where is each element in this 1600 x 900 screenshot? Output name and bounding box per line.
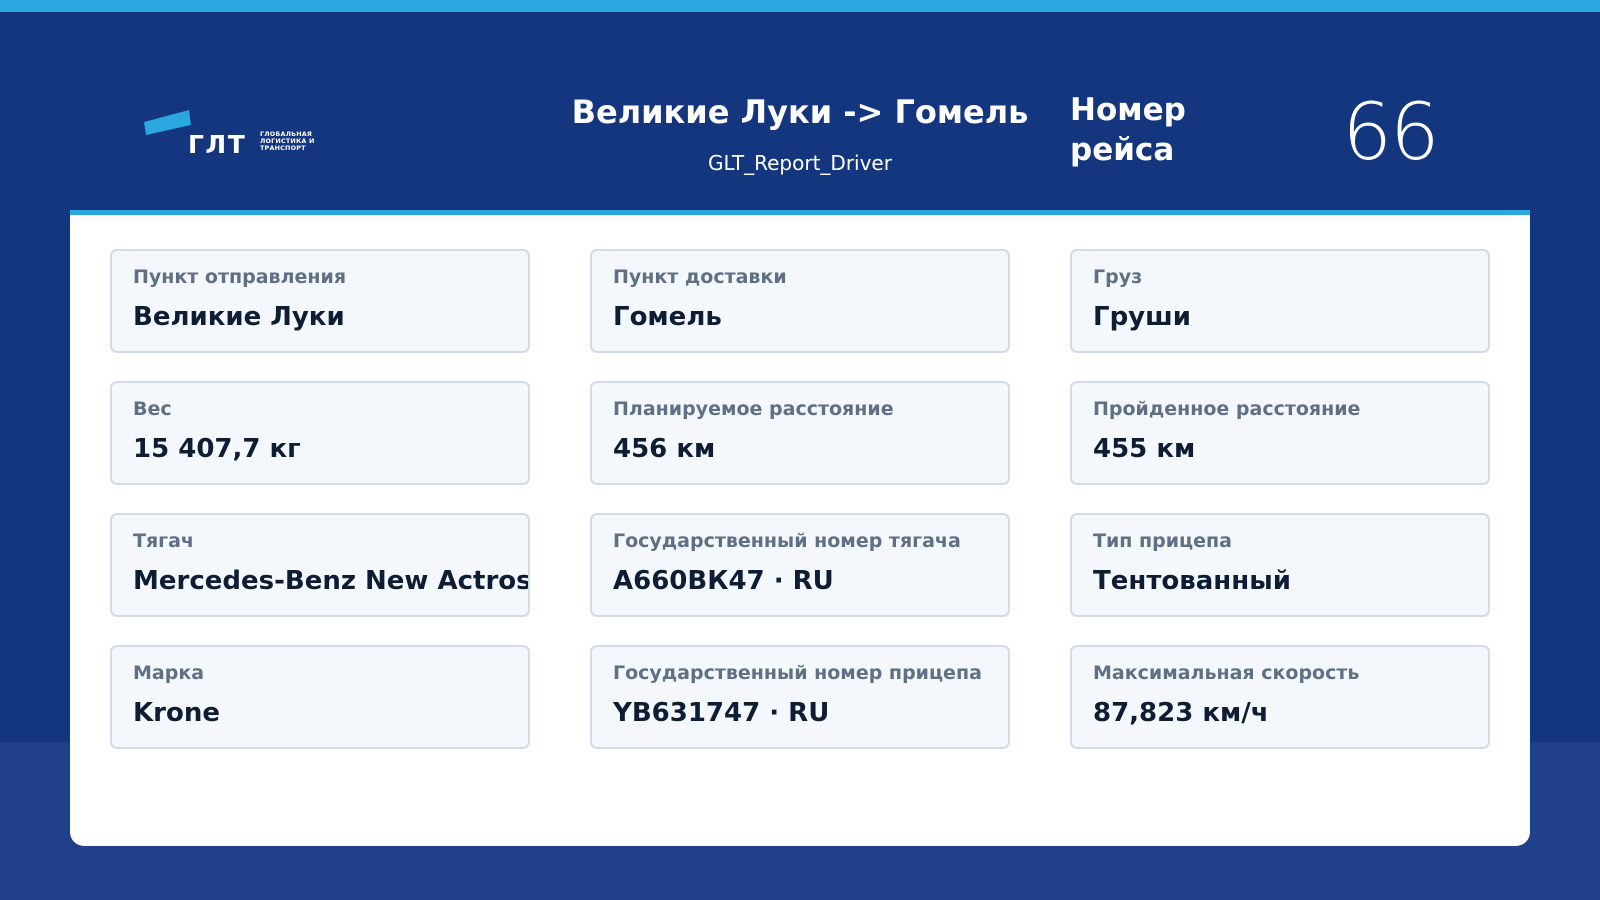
trip-number-value: 66 [1342,88,1439,178]
logo-caption: ГЛОБАЛЬНАЯ ЛОГИСТИКА И ТРАНСПОРТ [260,131,315,152]
card-label: Максимальная скорость [1093,662,1360,684]
card-value: 15 407,7 кг [133,434,301,464]
card-delivery-point: Пункт доставки Гомель [590,249,1010,353]
route-title: Великие Луки -> Гомель [571,93,1029,131]
card-label: Пройденное расстояние [1093,398,1361,420]
logo-caption-line-3: ТРАНСПОРТ [260,144,306,152]
card-value: Krone [133,698,220,728]
card-tractor-plate: Государственный номер тягача А660ВК47 · … [590,513,1010,617]
card-trailer-brand: Марка Krone [110,645,530,749]
card-label: Вес [133,398,172,420]
card-label: Марка [133,662,205,684]
page-header: ГЛТ ГЛОБАЛЬНАЯ ЛОГИСТИКА И ТРАНСПОРТ Вел… [0,12,1600,210]
card-value: 455 км [1093,434,1196,464]
card-label: Пункт отправления [133,266,347,288]
trip-number-label: Номер рейса [1070,92,1186,168]
card-planned-distance: Планируемое расстояние 456 км [590,381,1010,485]
card-value: Гомель [613,302,722,332]
card-value: Груши [1093,302,1191,332]
logo-blue-stripe [144,110,191,135]
card-value: Тентованный [1093,566,1291,596]
logo-wordmark: ГЛТ [188,130,246,159]
card-trailer-type: Тип прицепа Тентованный [1070,513,1490,617]
card-value: А660ВК47 · RU [613,566,834,596]
card-label: Государственный номер тягача [613,530,961,552]
card-label: Государственный номер прицепа [613,662,982,684]
card-value: Великие Луки [133,302,345,332]
card-label: Груз [1093,266,1143,288]
company-logo: ГЛТ ГЛОБАЛЬНАЯ ЛОГИСТИКА И ТРАНСПОРТ [144,110,324,160]
card-value: YB631747 · RU [613,698,830,728]
report-name: GLT_Report_Driver [708,151,892,175]
card-trailer-plate: Государственный номер прицепа YB631747 ·… [590,645,1010,749]
card-label: Пункт доставки [613,266,787,288]
card-value: 456 км [613,434,716,464]
card-label: Тягач [133,530,194,552]
card-max-speed: Максимальная скорость 87,823 км/ч [1070,645,1490,749]
card-value: 87,823 км/ч [1093,698,1269,728]
card-weight: Вес 15 407,7 кг [110,381,530,485]
card-label: Планируемое расстояние [613,398,894,420]
top-accent-strip [0,0,1600,12]
trip-details-panel: Пункт отправления Великие Луки Пункт дос… [70,210,1530,846]
trip-details-grid: Пункт отправления Великие Луки Пункт дос… [110,249,1490,749]
card-value: Mercedes-Benz New Actros [133,566,530,596]
card-cargo: Груз Груши [1070,249,1490,353]
card-tractor: Тягач Mercedes-Benz New Actros [110,513,530,617]
card-departure-point: Пункт отправления Великие Луки [110,249,530,353]
card-label: Тип прицепа [1093,530,1232,552]
card-traveled-distance: Пройденное расстояние 455 км [1070,381,1490,485]
